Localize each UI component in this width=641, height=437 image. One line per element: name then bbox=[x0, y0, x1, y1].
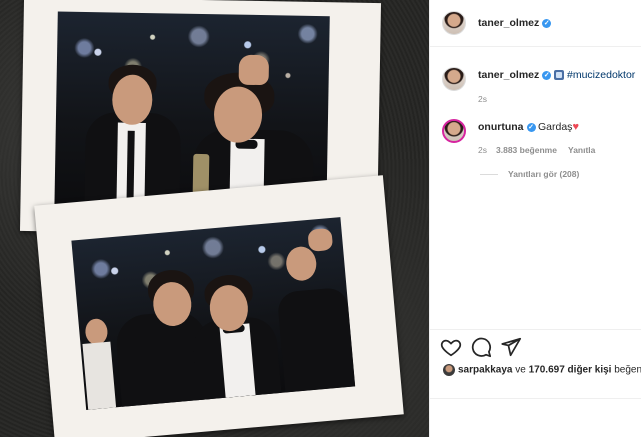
caption-hashtag[interactable]: #mucizedoktor bbox=[567, 69, 635, 81]
red-heart-icon: ♥ bbox=[572, 121, 579, 133]
doctor-emoji-icon bbox=[554, 70, 565, 81]
liker-avatar bbox=[443, 364, 455, 376]
verified-icon: ✓ bbox=[542, 70, 552, 80]
comment-text-content: Gardaş bbox=[538, 121, 573, 133]
comment-text: Gardaş♥ bbox=[538, 121, 579, 133]
divider bbox=[430, 398, 641, 399]
author-avatar[interactable] bbox=[442, 11, 466, 35]
verified-icon: ✓ bbox=[542, 18, 552, 28]
likes-connector: ve bbox=[515, 364, 526, 376]
likes-count[interactable]: 170.697 diğer kişi bbox=[529, 365, 612, 376]
likes-suffix: beğen bbox=[614, 364, 641, 376]
polaroid-bottom bbox=[34, 175, 404, 437]
caption-age[interactable]: 2s bbox=[478, 94, 487, 104]
author-username-text[interactable]: taner_olmez bbox=[478, 17, 539, 29]
commenter-avatar[interactable] bbox=[442, 119, 466, 143]
comment-reply-button[interactable]: Yanıtla bbox=[568, 145, 595, 155]
heart-outline-icon[interactable] bbox=[440, 336, 462, 358]
author-username[interactable]: taner_olmez ✓ bbox=[478, 17, 552, 29]
caption-username[interactable]: taner_olmez ✓ bbox=[478, 69, 565, 81]
replies-divider bbox=[480, 174, 498, 175]
post-header: taner_olmez ✓ bbox=[430, 0, 641, 47]
caption-username-text[interactable]: taner_olmez bbox=[478, 69, 539, 81]
caption-avatar[interactable] bbox=[442, 67, 466, 91]
comment-bubble-icon[interactable] bbox=[470, 336, 492, 358]
view-replies-button[interactable]: Yanıtları gör (208) bbox=[508, 169, 579, 179]
polaroid-bottom-image bbox=[71, 217, 356, 410]
likes-summary[interactable]: sarpakkaya ve 170.697 diğer kişi beğen bbox=[443, 364, 641, 376]
verified-icon: ✓ bbox=[526, 122, 536, 132]
comment-age[interactable]: 2s bbox=[478, 145, 487, 155]
action-bar bbox=[430, 329, 641, 363]
post-photo[interactable] bbox=[0, 0, 429, 437]
liker-username[interactable]: sarpakkaya bbox=[458, 365, 513, 376]
commenter-username-text[interactable]: onurtuna bbox=[478, 121, 524, 133]
commenter-username[interactable]: onurtuna ✓ bbox=[478, 121, 536, 133]
comment-like-count[interactable]: 3.883 beğenme bbox=[496, 145, 557, 155]
post-sidebar: taner_olmez ✓ taner_olmez ✓ #mucizedoktor … bbox=[429, 0, 641, 437]
paper-plane-icon[interactable] bbox=[500, 336, 522, 358]
